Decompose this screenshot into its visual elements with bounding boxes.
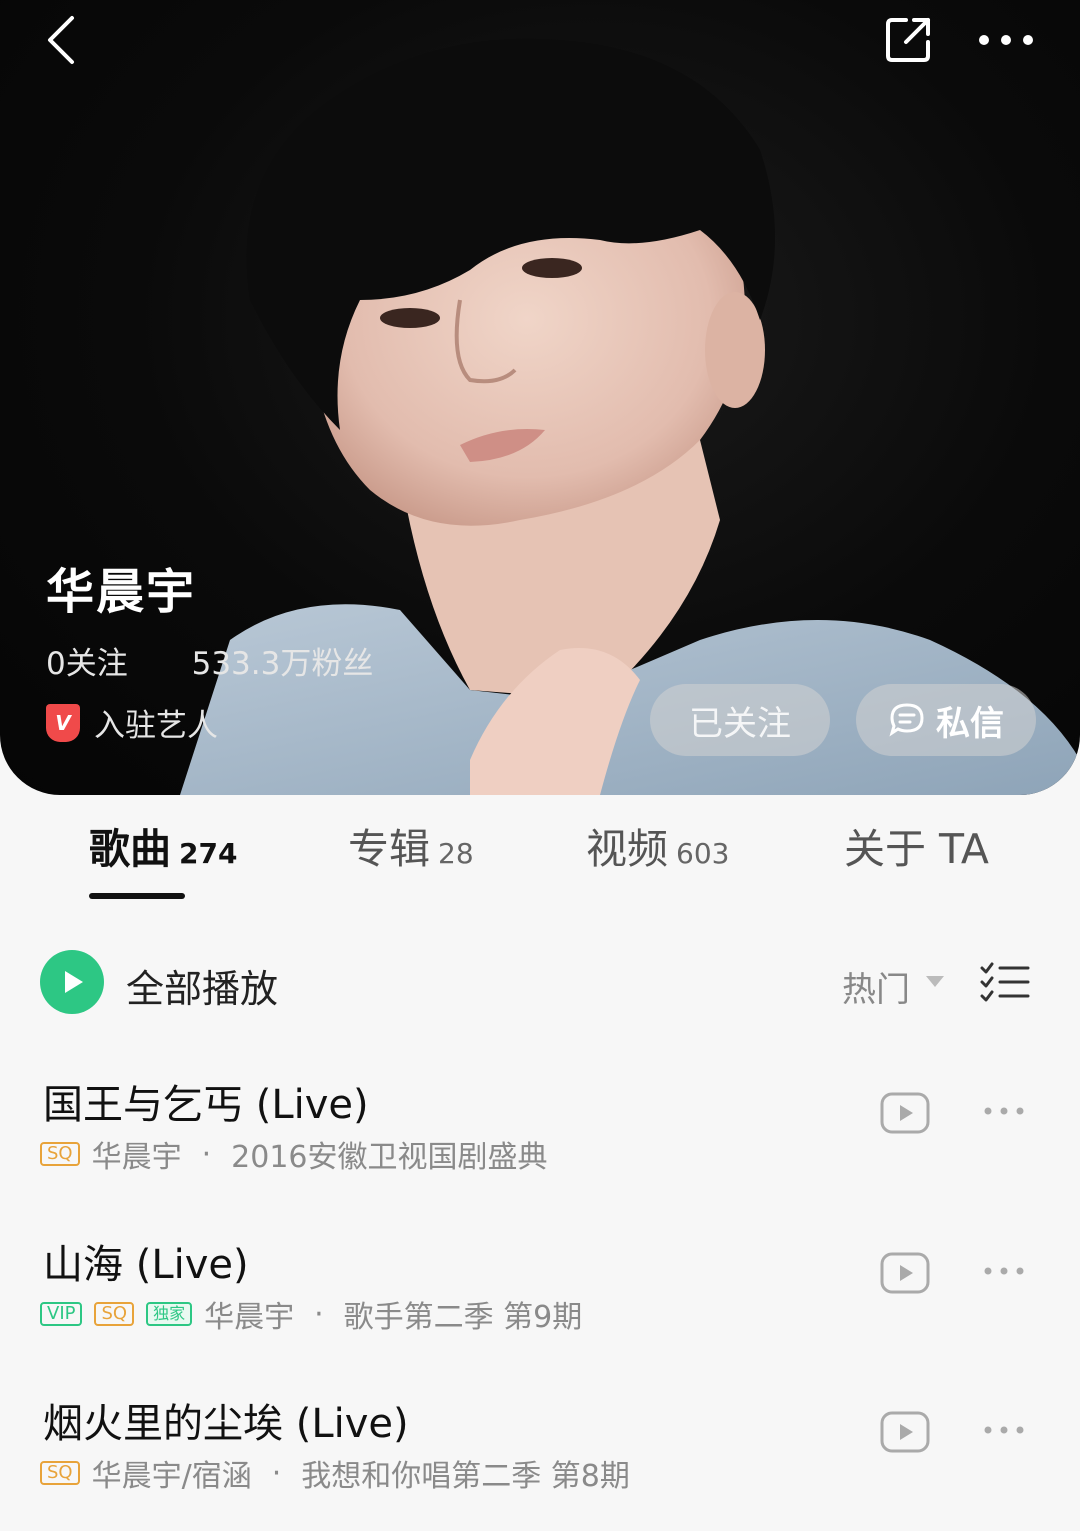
- tab-label: 专辑: [348, 825, 430, 873]
- song-album: 我想和你唱第二季 第8期: [301, 1459, 630, 1494]
- artist-name: 华晨宇: [46, 564, 197, 620]
- song-meta: SQ 华晨宇 · 2016安徽卫视国剧盛典: [40, 1132, 548, 1176]
- song-artist: 华晨宇: [91, 1140, 182, 1175]
- separator-dot: ·: [271, 1455, 282, 1491]
- song-meta: VIP SQ 独家 华晨宇 · 歌手第二季 第9期: [40, 1292, 582, 1336]
- song-row[interactable]: 山海 (Live) VIP SQ 独家 华晨宇 · 歌手第二季 第9期: [0, 1232, 1080, 1372]
- sort-dropdown[interactable]: 热门: [842, 962, 910, 1011]
- play-all-label[interactable]: 全部播放: [126, 958, 278, 1013]
- song-title: 国王与乞丐 (Live): [43, 1082, 369, 1128]
- separator-dot: ·: [201, 1136, 212, 1172]
- more-options-icon[interactable]: [982, 1424, 1026, 1436]
- more-options-icon[interactable]: [982, 1105, 1026, 1117]
- tab-label: 视频: [586, 825, 668, 873]
- play-all-row: 全部播放 热门: [40, 950, 1040, 1016]
- more-dots-icon[interactable]: [976, 28, 1036, 52]
- mv-play-icon[interactable]: [880, 1092, 930, 1134]
- separator-dot: ·: [314, 1296, 324, 1332]
- exclusive-tag: 独家: [146, 1302, 193, 1326]
- message-button[interactable]: 私信: [856, 684, 1036, 756]
- tab-albums[interactable]: 专辑 28: [348, 815, 474, 875]
- sq-tag: SQ: [94, 1302, 135, 1326]
- tab-count: 274: [179, 837, 238, 870]
- song-album: 歌手第二季 第9期: [343, 1300, 583, 1335]
- fans-count[interactable]: 533.3万粉丝: [192, 638, 374, 683]
- verified-badge-icon: V: [46, 703, 80, 742]
- tab-count: 603: [676, 837, 730, 870]
- tab-about[interactable]: 关于 TA: [844, 815, 989, 875]
- tab-count: 28: [438, 837, 474, 870]
- share-icon[interactable]: [882, 14, 934, 66]
- sq-tag: SQ: [40, 1461, 80, 1485]
- verified-label: 入驻艺人: [94, 708, 218, 744]
- song-title: 山海 (Live): [43, 1242, 249, 1288]
- play-all-button[interactable]: [40, 950, 104, 1014]
- artist-hero: 华晨宇 0关注 533.3万粉丝 V 入驻艺人 已关注 私信: [0, 0, 1080, 795]
- vip-tag: VIP: [40, 1302, 83, 1326]
- tab-label: 关于 TA: [844, 825, 989, 873]
- tab-videos[interactable]: 视频 603: [586, 815, 729, 875]
- back-chevron-icon[interactable]: [40, 14, 84, 66]
- mv-play-icon[interactable]: [880, 1252, 930, 1294]
- followed-button[interactable]: 已关注: [650, 684, 830, 756]
- song-meta: SQ 华晨宇/宿涵 · 我想和你唱第二季 第8期: [40, 1451, 630, 1495]
- caret-down-icon[interactable]: [926, 976, 944, 987]
- song-row[interactable]: 国王与乞丐 (Live) SQ 华晨宇 · 2016安徽卫视国剧盛典: [0, 1072, 1080, 1212]
- song-title: 烟火里的尘埃 (Live): [43, 1401, 409, 1447]
- artist-stats: 0关注 533.3万粉丝: [46, 638, 373, 683]
- multi-select-list-icon[interactable]: [980, 962, 1030, 1004]
- tab-songs[interactable]: 歌曲 274: [89, 815, 237, 875]
- message-label: 私信: [936, 703, 1004, 744]
- mv-play-icon[interactable]: [880, 1411, 930, 1453]
- active-tab-indicator: [89, 893, 185, 899]
- more-options-icon[interactable]: [982, 1265, 1026, 1277]
- song-row[interactable]: 烟火里的尘埃 (Live) SQ 华晨宇/宿涵 · 我想和你唱第二季 第8期: [0, 1391, 1080, 1531]
- song-album: 2016安徽卫视国剧盛典: [231, 1140, 548, 1175]
- tab-label: 歌曲: [89, 825, 171, 873]
- song-artist: 华晨宇: [204, 1300, 295, 1335]
- tab-bar: 歌曲 274 专辑 28 视频 603 关于 TA: [0, 815, 1080, 905]
- verified-artist[interactable]: V 入驻艺人: [46, 700, 218, 745]
- chat-bubble-icon: [889, 703, 924, 737]
- song-artist: 华晨宇/宿涵: [91, 1459, 252, 1494]
- play-icon: [65, 971, 83, 993]
- following-count[interactable]: 0关注: [46, 638, 128, 683]
- sq-tag: SQ: [40, 1142, 80, 1166]
